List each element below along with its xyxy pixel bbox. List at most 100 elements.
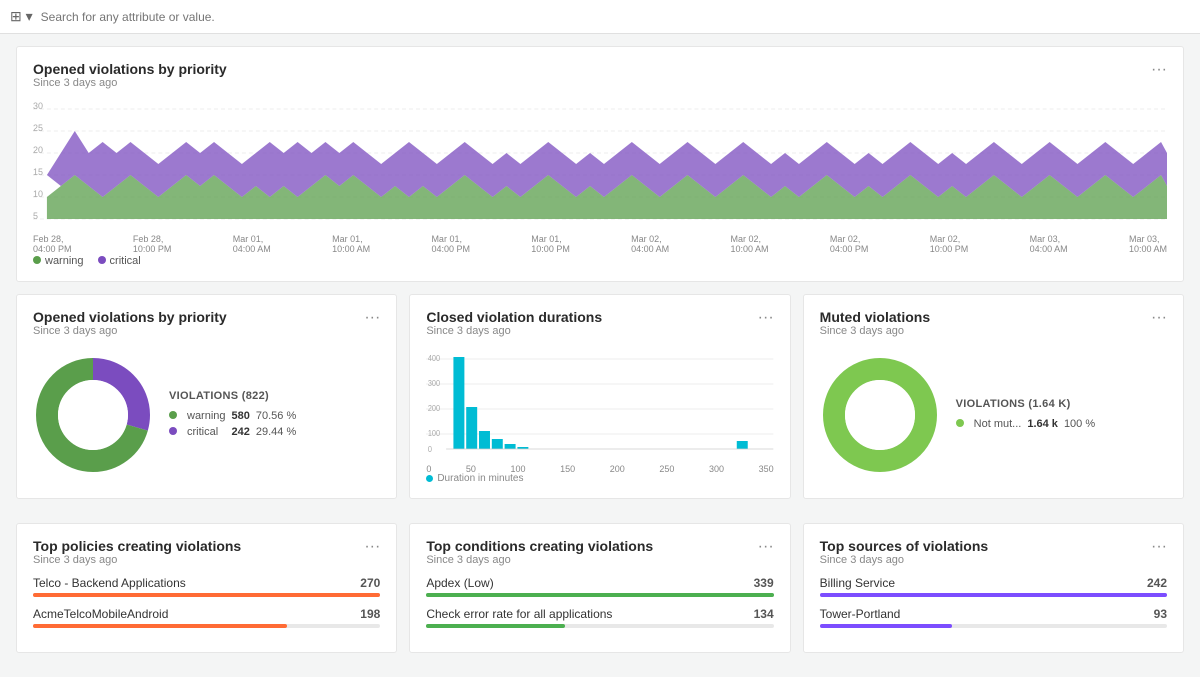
legend-warning-label: warning xyxy=(45,255,84,267)
duration-subtitle: Since 3 days ago xyxy=(426,325,602,337)
main-area-chart: 30 25 20 15 10 5 Feb 28,04:00 PM Feb 28,… xyxy=(33,99,1167,249)
muted-title: Muted violations xyxy=(820,309,930,325)
muted-donut-svg xyxy=(820,355,940,475)
policies-card: Top policies creating violations Since 3… xyxy=(16,523,397,653)
bottom-cards-grid: Top policies creating violations Since 3… xyxy=(16,523,1184,665)
svg-text:25: 25 xyxy=(33,123,43,133)
not-muted-label: Not mut... xyxy=(974,416,1028,432)
svg-text:10: 10 xyxy=(33,189,43,199)
policy-bar-bg-2 xyxy=(33,624,380,628)
warning-label: warning xyxy=(187,408,232,424)
source-name-2: Tower-Portland xyxy=(820,607,901,621)
middle-cards-grid: Opened violations by priority Since 3 da… xyxy=(16,294,1184,511)
list-item: Telco - Backend Applications 270 xyxy=(33,576,380,597)
main-chart-card: Opened violations by priority Since 3 da… xyxy=(16,46,1184,282)
conditions-title: Top conditions creating violations xyxy=(426,538,653,554)
list-item: AcmeTelcoMobileAndroid 198 xyxy=(33,607,380,628)
critical-pct: 29.44 % xyxy=(256,424,302,440)
critical-value: 242 xyxy=(232,424,256,440)
search-input[interactable] xyxy=(41,10,1190,24)
condition-bar-bg-2 xyxy=(426,624,773,628)
main-chart-title: Opened violations by priority xyxy=(33,61,227,77)
source-bar-1 xyxy=(820,593,1167,597)
sources-title: Top sources of violations xyxy=(820,538,989,554)
priority-donut-title: Opened violations by priority xyxy=(33,309,227,325)
priority-donut-card: Opened violations by priority Since 3 da… xyxy=(16,294,397,499)
policy-count-1: 270 xyxy=(360,576,380,590)
list-item: Billing Service 242 xyxy=(820,576,1167,597)
sources-list: Billing Service 242 Tower-Portland 93 xyxy=(820,576,1167,628)
svg-text:0: 0 xyxy=(428,445,432,454)
muted-donut-section: VIOLATIONS (1.64 K) Not mut... 1.64 k 10… xyxy=(820,347,1167,483)
sources-more-btn[interactable]: ··· xyxy=(1151,538,1167,556)
list-item: Apdex (Low) 339 xyxy=(426,576,773,597)
not-muted-pct: 100 % xyxy=(1064,416,1101,432)
warning-pct: 70.56 % xyxy=(256,408,302,424)
legend-critical-label: critical xyxy=(110,255,141,267)
muted-more-btn[interactable]: ··· xyxy=(1151,309,1167,327)
policies-more-btn[interactable]: ··· xyxy=(364,538,380,556)
svg-text:200: 200 xyxy=(428,404,440,413)
policies-title: Top policies creating violations xyxy=(33,538,241,554)
conditions-subtitle: Since 3 days ago xyxy=(426,554,653,566)
policy-bar-2 xyxy=(33,624,287,628)
policy-name-1: Telco - Backend Applications xyxy=(33,576,186,590)
source-bar-bg-2 xyxy=(820,624,1167,628)
list-item: Tower-Portland 93 xyxy=(820,607,1167,628)
duration-more-btn[interactable]: ··· xyxy=(758,309,774,327)
priority-donut-subtitle: Since 3 days ago xyxy=(33,325,227,337)
condition-name-2: Check error rate for all applications xyxy=(426,607,612,621)
condition-name-1: Apdex (Low) xyxy=(426,576,493,590)
policies-list: Telco - Backend Applications 270 AcmeTel… xyxy=(33,576,380,628)
source-name-1: Billing Service xyxy=(820,576,895,590)
critical-label: critical xyxy=(187,424,232,440)
condition-count-2: 134 xyxy=(754,607,774,621)
conditions-more-btn[interactable]: ··· xyxy=(758,538,774,556)
chart-x-labels: Feb 28,04:00 PM Feb 28,10:00 PM Mar 01,0… xyxy=(33,232,1167,256)
condition-bar-1 xyxy=(426,593,773,597)
main-chart-more-btn[interactable]: ··· xyxy=(1151,61,1167,79)
svg-text:400: 400 xyxy=(428,354,440,363)
sources-subtitle: Since 3 days ago xyxy=(820,554,989,566)
policies-subtitle: Since 3 days ago xyxy=(33,554,241,566)
sources-card: Top sources of violations Since 3 days a… xyxy=(803,523,1184,653)
not-muted-value: 1.64 k xyxy=(1027,416,1064,432)
muted-card: Muted violations Since 3 days ago ··· VI… xyxy=(803,294,1184,499)
main-chart-subtitle: Since 3 days ago xyxy=(33,77,227,89)
policy-count-2: 198 xyxy=(360,607,380,621)
condition-count-1: 339 xyxy=(754,576,774,590)
svg-text:300: 300 xyxy=(428,379,440,388)
condition-bar-bg-1 xyxy=(426,593,773,597)
donut-chart-svg xyxy=(33,355,153,475)
filter-icon[interactable]: ⊞ ▾ xyxy=(10,8,33,25)
svg-text:15: 15 xyxy=(33,167,43,177)
source-bar-bg-1 xyxy=(820,593,1167,597)
svg-text:30: 30 xyxy=(33,101,43,111)
list-item: Check error rate for all applications 13… xyxy=(426,607,773,628)
conditions-list: Apdex (Low) 339 Check error rate for all… xyxy=(426,576,773,628)
svg-text:20: 20 xyxy=(33,145,43,155)
condition-bar-2 xyxy=(426,624,565,628)
policy-bar-bg-1 xyxy=(33,593,380,597)
muted-violations-label: VIOLATIONS (1.64 K) xyxy=(956,398,1101,410)
main-chart-legend: warning critical xyxy=(33,255,1167,267)
policy-bar-1 xyxy=(33,593,380,597)
warning-value: 580 xyxy=(232,408,256,424)
duration-title: Closed violation durations xyxy=(426,309,602,325)
duration-x-labels: 050100150200250300350 xyxy=(426,464,773,474)
muted-subtitle: Since 3 days ago xyxy=(820,325,930,337)
donut-legend: VIOLATIONS (822) warning 580 70.56 % cri… xyxy=(169,390,302,440)
duration-label: Duration in minutes xyxy=(426,473,773,484)
muted-donut-legend: VIOLATIONS (1.64 K) Not mut... 1.64 k 10… xyxy=(956,398,1101,432)
policy-name-2: AcmeTelcoMobileAndroid xyxy=(33,607,168,621)
duration-bar-chart: 400 300 200 100 0 0501 xyxy=(426,349,773,469)
source-bar-2 xyxy=(820,624,952,628)
donut-section: VIOLATIONS (822) warning 580 70.56 % cri… xyxy=(33,347,380,483)
priority-donut-more-btn[interactable]: ··· xyxy=(364,309,380,327)
conditions-card: Top conditions creating violations Since… xyxy=(409,523,790,653)
source-count-1: 242 xyxy=(1147,576,1167,590)
duration-card: Closed violation durations Since 3 days … xyxy=(409,294,790,499)
source-count-2: 93 xyxy=(1154,607,1167,621)
svg-text:100: 100 xyxy=(428,429,440,438)
svg-text:5: 5 xyxy=(33,211,38,221)
